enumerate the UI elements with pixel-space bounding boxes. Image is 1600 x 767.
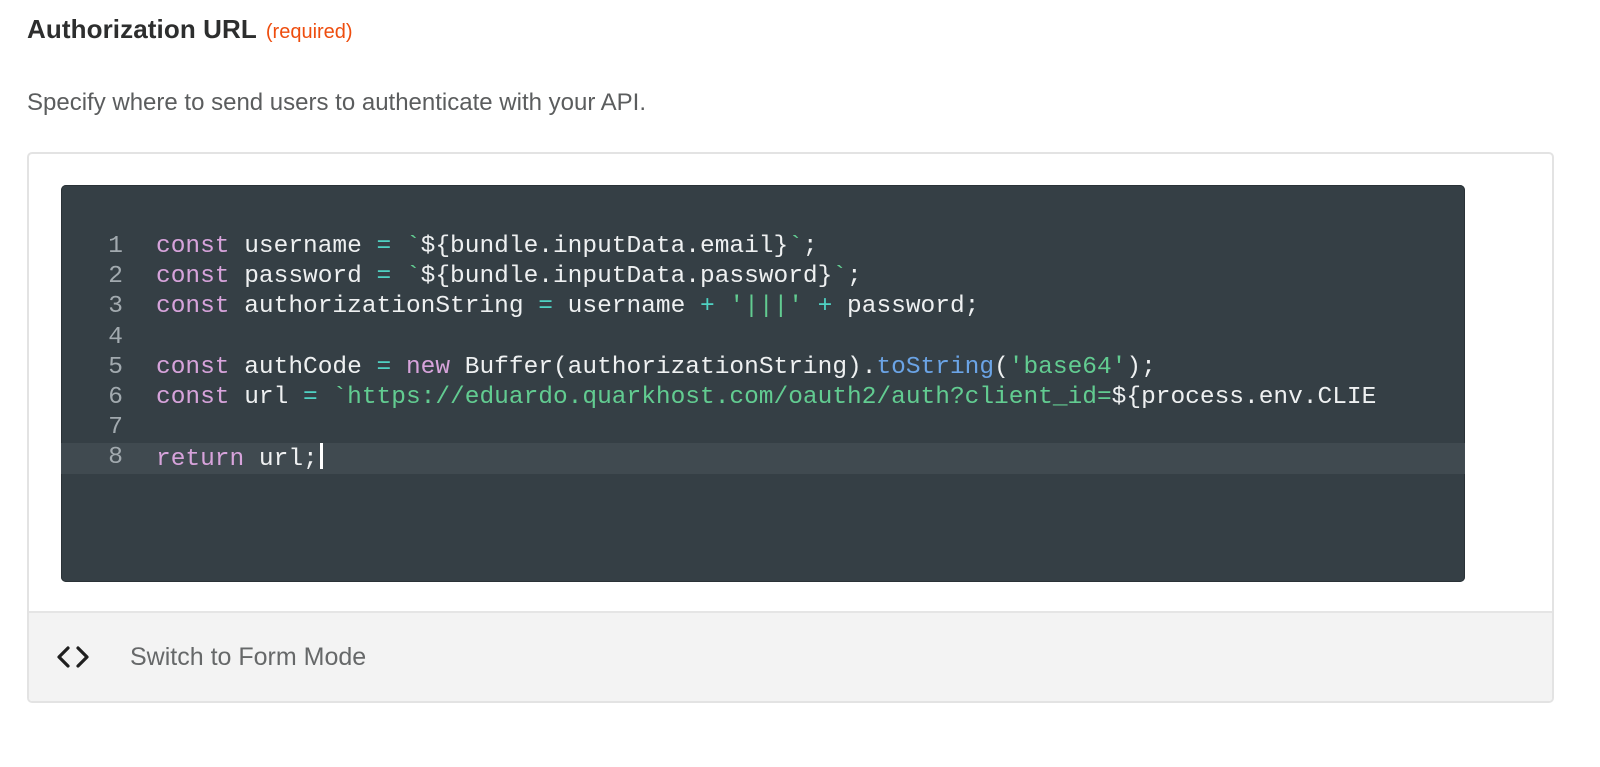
code-token: ; xyxy=(847,263,862,291)
code-token: username xyxy=(229,233,377,260)
code-token: + xyxy=(700,293,715,321)
code-token: toString xyxy=(876,353,995,381)
code-brackets-icon xyxy=(57,646,89,668)
code-token: const xyxy=(156,233,230,260)
code-token: url; xyxy=(244,446,318,474)
code-token: ${bundle.inputData.password} xyxy=(420,263,833,291)
required-tag: (required) xyxy=(265,21,353,43)
code-line[interactable]: 8 return url; xyxy=(61,443,1465,475)
code-token: const xyxy=(156,293,230,321)
code-token: url xyxy=(229,383,304,411)
text-cursor xyxy=(319,443,323,470)
line-code: const password = `${bundle.inputData.pas… xyxy=(156,262,862,292)
code-token: authCode xyxy=(229,353,377,381)
code-token: const xyxy=(156,353,230,381)
code-token: = xyxy=(303,383,318,411)
code-token: Buffer(authorizationString). xyxy=(450,353,877,381)
code-token: authorizationString xyxy=(229,293,539,321)
line-code: const username = `${bundle.inputData.ema… xyxy=(156,232,818,262)
field-title: Authorization URL (required) xyxy=(27,14,353,50)
code-token: + xyxy=(817,293,833,321)
switch-to-form-mode-button[interactable]: Switch to Form Mode xyxy=(29,611,1552,701)
code-token: return xyxy=(156,446,245,474)
code-token: const xyxy=(156,383,230,411)
code-token: new xyxy=(405,353,451,381)
line-code: const authCode = new Buffer(authorizatio… xyxy=(156,353,1156,383)
line-number: 4 xyxy=(108,323,123,351)
field-help-text: Specify where to send users to authentic… xyxy=(27,89,647,116)
code-token: = xyxy=(376,233,392,260)
code-lines: 1 const username = `${bundle.inputData.em… xyxy=(61,232,1465,474)
code-token: ${bundle.inputData.email} xyxy=(420,233,789,260)
code-token: = xyxy=(538,293,553,321)
code-token: 'base64' xyxy=(1008,353,1127,381)
switch-mode-label: Switch to Form Mode xyxy=(130,643,367,671)
code-token: ( xyxy=(994,353,1009,381)
line-number: 2 xyxy=(108,263,123,291)
line-code: const authorizationString = username + '… xyxy=(156,292,979,322)
code-token: const xyxy=(156,263,230,291)
code-editor-card: 1 const username = `${bundle.inputData.em… xyxy=(27,152,1554,703)
code-token: = xyxy=(376,263,392,291)
code-token: '|||' xyxy=(729,293,803,321)
code-line[interactable]: 1 const username = `${bundle.inputData.em… xyxy=(61,232,1465,262)
code-line[interactable]: 3 const authorizationString = username + … xyxy=(61,292,1465,322)
code-token: username xyxy=(552,293,701,321)
line-number: 8 xyxy=(108,444,123,472)
code-token: ` xyxy=(788,233,803,260)
code-token: ${process.env.CLIE xyxy=(1111,383,1377,411)
line-number: 3 xyxy=(108,293,123,321)
code-line[interactable]: 5 const authCode = new Buffer(authorizati… xyxy=(61,353,1465,383)
code-token: `https://eduardo.quarkhost.com/oauth2/au… xyxy=(332,383,1112,411)
line-code: const url = `https://eduardo.quarkhost.c… xyxy=(156,383,1376,413)
code-token: ; xyxy=(802,233,818,260)
code-token: ); xyxy=(1126,353,1156,381)
line-number: 7 xyxy=(108,414,123,442)
code-token: password xyxy=(229,263,377,291)
field-label: Authorization URL xyxy=(27,14,257,44)
line-code: return url; xyxy=(156,443,323,475)
code-token: = xyxy=(376,353,392,381)
line-number: 6 xyxy=(108,383,123,411)
code-editor[interactable]: 1 const username = `${bundle.inputData.em… xyxy=(61,185,1465,582)
line-number: 5 xyxy=(108,353,123,381)
code-line[interactable]: 6 const url = `https://eduardo.quarkhost.… xyxy=(61,383,1465,413)
code-token: ` xyxy=(405,233,421,260)
code-line[interactable]: 7 xyxy=(61,413,1465,443)
line-number: 1 xyxy=(108,233,123,260)
code-token: ` xyxy=(405,263,421,291)
code-token: ` xyxy=(832,263,848,291)
code-token: password; xyxy=(832,293,980,321)
code-line[interactable]: 4 xyxy=(61,323,1465,353)
code-line[interactable]: 2 const password = `${bundle.inputData.pa… xyxy=(61,262,1465,292)
